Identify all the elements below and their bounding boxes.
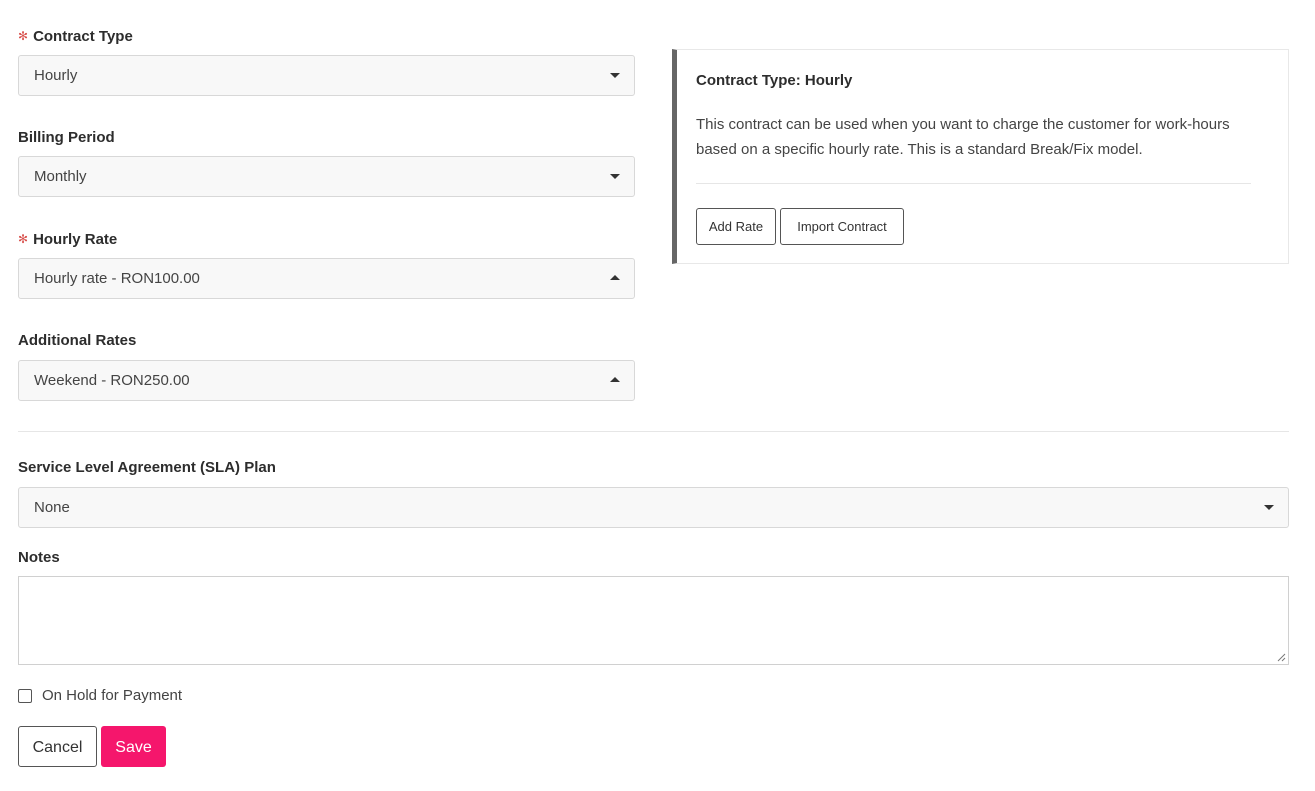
add-rate-button[interactable]: Add Rate — [696, 208, 776, 245]
notes-label: Notes — [18, 549, 60, 566]
hourly-rate-label: ✻ Hourly Rate — [18, 231, 118, 248]
panel-divider — [696, 183, 1251, 184]
sla-plan-value: None — [34, 499, 70, 516]
additional-rates-value: Weekend - RON250.00 — [34, 372, 190, 389]
resize-grip-icon[interactable] — [1276, 652, 1286, 662]
billing-period-select[interactable]: Monthly — [18, 156, 635, 197]
contract-info-title: Contract Type: Hourly — [696, 72, 853, 89]
contract-info-panel: Contract Type: Hourly This contract can … — [672, 49, 1289, 264]
contract-type-label: ✻ Contract Type — [18, 28, 133, 45]
caret-down-icon — [610, 174, 620, 179]
import-contract-button[interactable]: Import Contract — [780, 208, 904, 245]
caret-down-icon — [1264, 505, 1274, 510]
caret-down-icon — [610, 73, 620, 78]
contract-type-value: Hourly — [34, 67, 78, 84]
caret-up-icon — [610, 377, 620, 382]
on-hold-checkbox[interactable] — [18, 689, 32, 703]
hourly-rate-select[interactable]: Hourly rate - RON100.00 — [18, 258, 635, 299]
sla-plan-label: Service Level Agreement (SLA) Plan — [18, 459, 276, 476]
hourly-rate-value: Hourly rate - RON100.00 — [34, 270, 200, 287]
sla-plan-select[interactable]: None — [18, 487, 1289, 528]
save-button[interactable]: Save — [101, 726, 166, 767]
required-mark: ✻ — [18, 232, 29, 246]
section-divider — [18, 431, 1289, 432]
contract-info-description: This contract can be used when you want … — [696, 116, 1230, 158]
additional-rates-label: Additional Rates — [18, 332, 137, 349]
billing-period-value: Monthly — [34, 168, 87, 185]
required-mark: ✻ — [18, 29, 29, 43]
additional-rates-select[interactable]: Weekend - RON250.00 — [18, 360, 635, 401]
on-hold-label[interactable]: On Hold for Payment — [42, 687, 182, 704]
notes-textarea[interactable] — [18, 576, 1289, 665]
contract-type-select[interactable]: Hourly — [18, 55, 635, 96]
cancel-button[interactable]: Cancel — [18, 726, 97, 767]
caret-up-icon — [610, 275, 620, 280]
billing-period-label: Billing Period — [18, 129, 115, 146]
